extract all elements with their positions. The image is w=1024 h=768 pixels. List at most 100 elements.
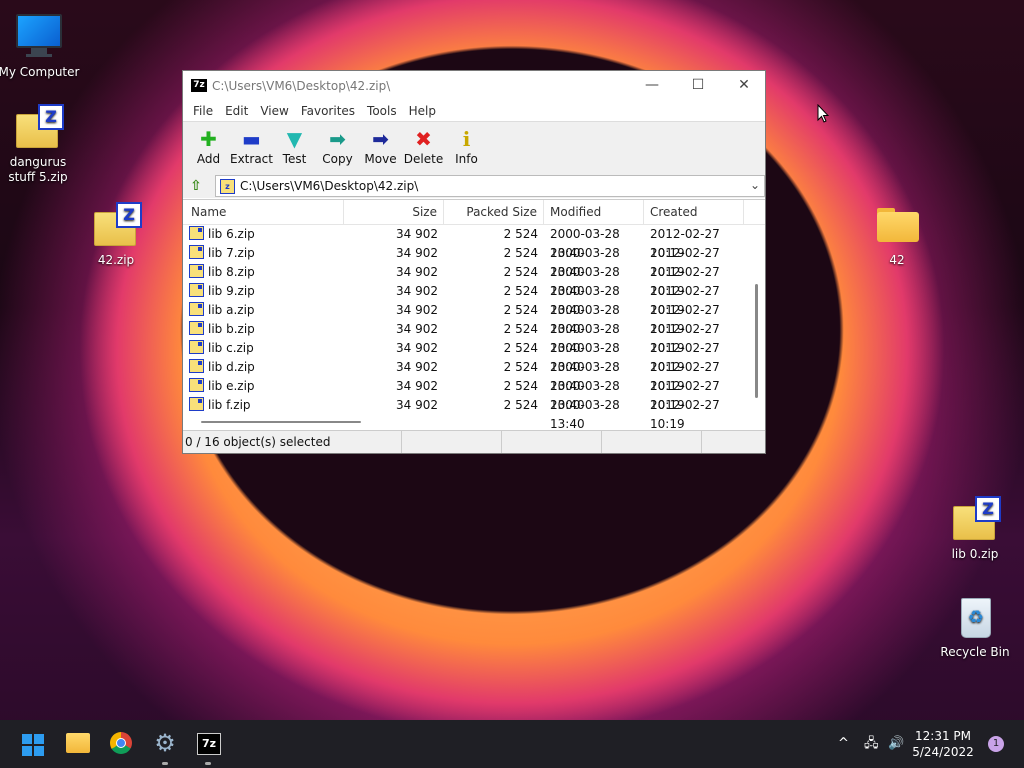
zip-file-icon	[189, 302, 204, 316]
address-input[interactable]: z C:\Users\VM6\Desktop\42.zip\ ⌄	[215, 175, 765, 197]
file-row[interactable]: lib a.zip 34 902 2 524 2000-03-28 13:40 2012…	[183, 301, 765, 336]
recycle-bin-icon: ♻	[951, 594, 999, 642]
taskbar: ⚙ 7z ^ 🖧 🔊 12:31 PM 5/24/2022 1	[0, 720, 1024, 768]
file-size: 34 902	[396, 341, 438, 355]
extract-button[interactable]: ▬ Extract	[230, 122, 273, 174]
menu-file[interactable]: File	[187, 101, 219, 121]
file-row[interactable]: lib c.zip 34 902 2 524 2000-03-28 13:40 2012…	[183, 339, 765, 374]
file-size: 34 902	[396, 322, 438, 336]
copy-button[interactable]: ➡ Copy	[316, 122, 359, 174]
move-button[interactable]: ➡ Move	[359, 122, 402, 174]
file-size: 34 902	[396, 398, 438, 412]
toolbar: ✚ Add ▬ Extract ▼ Test ➡ Copy ➡ Move ✖ D…	[183, 121, 765, 174]
column-header-size[interactable]: Size	[344, 200, 444, 224]
file-packed-size: 2 524	[503, 284, 538, 298]
volume-icon[interactable]: 🔊	[888, 720, 904, 768]
desktop-icon-lib0-zip[interactable]: Z lib 0.zip	[933, 496, 1017, 562]
file-name: lib d.zip	[183, 358, 344, 377]
file-row[interactable]: lib b.zip 34 902 2 524 2000-03-28 13:40 2012…	[183, 320, 765, 355]
file-size: 34 902	[396, 303, 438, 317]
desktop-icon-recycle-bin[interactable]: ♻ Recycle Bin	[933, 594, 1017, 660]
file-size: 34 902	[396, 379, 438, 393]
file-name: lib 9.zip	[183, 282, 344, 301]
maximize-button[interactable]: ☐	[675, 71, 721, 101]
file-explorer-icon[interactable]	[66, 733, 90, 753]
close-button[interactable]: ✕	[721, 71, 767, 101]
desktop-icon-42-zip[interactable]: Z 42.zip	[74, 202, 158, 268]
column-header-packed-size[interactable]: Packed Size	[444, 200, 544, 224]
add-icon: ✚	[200, 127, 217, 151]
menu-edit[interactable]: Edit	[219, 101, 254, 121]
move-label: Move	[364, 152, 397, 166]
start-windows-icon[interactable]	[22, 734, 44, 756]
status-cell	[602, 431, 702, 453]
notification-badge[interactable]: 1	[988, 736, 1004, 752]
info-button[interactable]: i Info	[445, 122, 488, 174]
file-modified: 2000-03-28 13:40	[550, 303, 620, 336]
horizontal-scrollbar[interactable]	[201, 421, 361, 423]
column-header-modified[interactable]: Modified	[544, 200, 644, 224]
column-header-name[interactable]: Name	[183, 200, 344, 224]
7zip-taskbar-icon[interactable]: 7z	[197, 733, 221, 755]
test-label: Test	[282, 152, 307, 166]
taskbar-clock[interactable]: 12:31 PM 5/24/2022	[908, 728, 978, 760]
zip-file-icon	[189, 264, 204, 278]
file-row[interactable]: lib 8.zip 34 902 2 524 2000-03-28 13:40 2012…	[183, 263, 765, 298]
desktop-icon-dangurus-stuff-zip[interactable]: Z dangurus stuff 5.zip	[0, 104, 80, 185]
minimize-button[interactable]: —	[629, 71, 675, 101]
add-label: Add	[196, 152, 221, 166]
column-header-created[interactable]: Created	[644, 200, 744, 224]
delete-button[interactable]: ✖ Delete	[402, 122, 445, 174]
copy-label: Copy	[322, 152, 353, 166]
menu-bar: File Edit View Favorites Tools Help	[183, 101, 765, 121]
zip-file-icon	[189, 340, 204, 354]
title-bar[interactable]: 7z C:\Users\VM6\Desktop\42.zip\ — ☐ ✕	[183, 71, 765, 101]
folder-icon	[873, 202, 921, 250]
address-path: C:\Users\VM6\Desktop\42.zip\	[240, 179, 419, 193]
file-name: lib 6.zip	[183, 225, 344, 244]
file-row[interactable]: lib e.zip 34 902 2 524 2000-03-28 13:40 2012…	[183, 377, 765, 412]
clock-date: 5/24/2022	[912, 745, 974, 759]
file-packed-size: 2 524	[503, 379, 538, 393]
file-size: 34 902	[396, 360, 438, 374]
file-row[interactable]: lib 7.zip 34 902 2 524 2000-03-28 13:40 2012…	[183, 244, 765, 279]
file-modified: 2000-03-28 13:40	[550, 265, 620, 298]
add-button[interactable]: ✚ Add	[187, 122, 230, 174]
file-list-rows: lib 6.zip 34 902 2 524 2000-03-28 13:40 2012…	[183, 225, 765, 431]
file-row[interactable]: lib 6.zip 34 902 2 524 2000-03-28 13:40 2012…	[183, 225, 765, 260]
chevron-down-icon[interactable]: ⌄	[750, 178, 760, 192]
file-row[interactable]: lib 9.zip 34 902 2 524 2000-03-28 13:40 2012…	[183, 282, 765, 317]
file-list: Name Size Packed Size Modified Created l…	[183, 199, 765, 432]
file-name-text: lib f.zip	[208, 398, 251, 412]
zip-archive-icon: z	[220, 179, 235, 194]
file-row[interactable]: lib d.zip 34 902 2 524 2000-03-28 13:40 2012…	[183, 358, 765, 393]
tray-overflow-chevron-icon[interactable]: ^	[838, 720, 849, 768]
network-icon[interactable]: 🖧	[864, 720, 879, 768]
file-size: 34 902	[396, 227, 438, 241]
up-folder-icon[interactable]: ⇧	[187, 177, 205, 195]
copy-arrow-icon: ➡	[329, 127, 346, 151]
file-row[interactable]: lib f.zip 34 902 2 524 2000-03-28 13:40 2012…	[183, 396, 765, 431]
desktop-icon-42-folder[interactable]: 42	[855, 202, 939, 268]
test-icon: ▼	[286, 127, 303, 151]
desktop-icon-label: My Computer	[0, 65, 80, 79]
menu-tools[interactable]: Tools	[361, 101, 403, 121]
extract-label: Extract	[230, 152, 273, 166]
test-button[interactable]: ▼ Test	[273, 122, 316, 174]
info-icon: i	[462, 127, 471, 151]
vertical-scrollbar[interactable]	[755, 284, 758, 398]
file-name: lib 8.zip	[183, 263, 344, 282]
chrome-icon[interactable]	[110, 732, 132, 754]
delete-label: Delete	[403, 152, 444, 166]
file-name: lib 7.zip	[183, 244, 344, 263]
menu-help[interactable]: Help	[403, 101, 442, 121]
move-arrow-icon: ➡	[372, 127, 389, 151]
settings-gear-icon[interactable]: ⚙	[152, 730, 178, 756]
menu-view[interactable]: View	[254, 101, 294, 121]
desktop-icon-my-computer[interactable]: My Computer	[0, 10, 81, 80]
file-name-text: lib c.zip	[208, 341, 254, 355]
zip-file-icon	[189, 378, 204, 392]
menu-favorites[interactable]: Favorites	[295, 101, 361, 121]
desktop-icon-label: 42.zip	[97, 253, 135, 267]
mouse-cursor-icon	[817, 104, 829, 123]
